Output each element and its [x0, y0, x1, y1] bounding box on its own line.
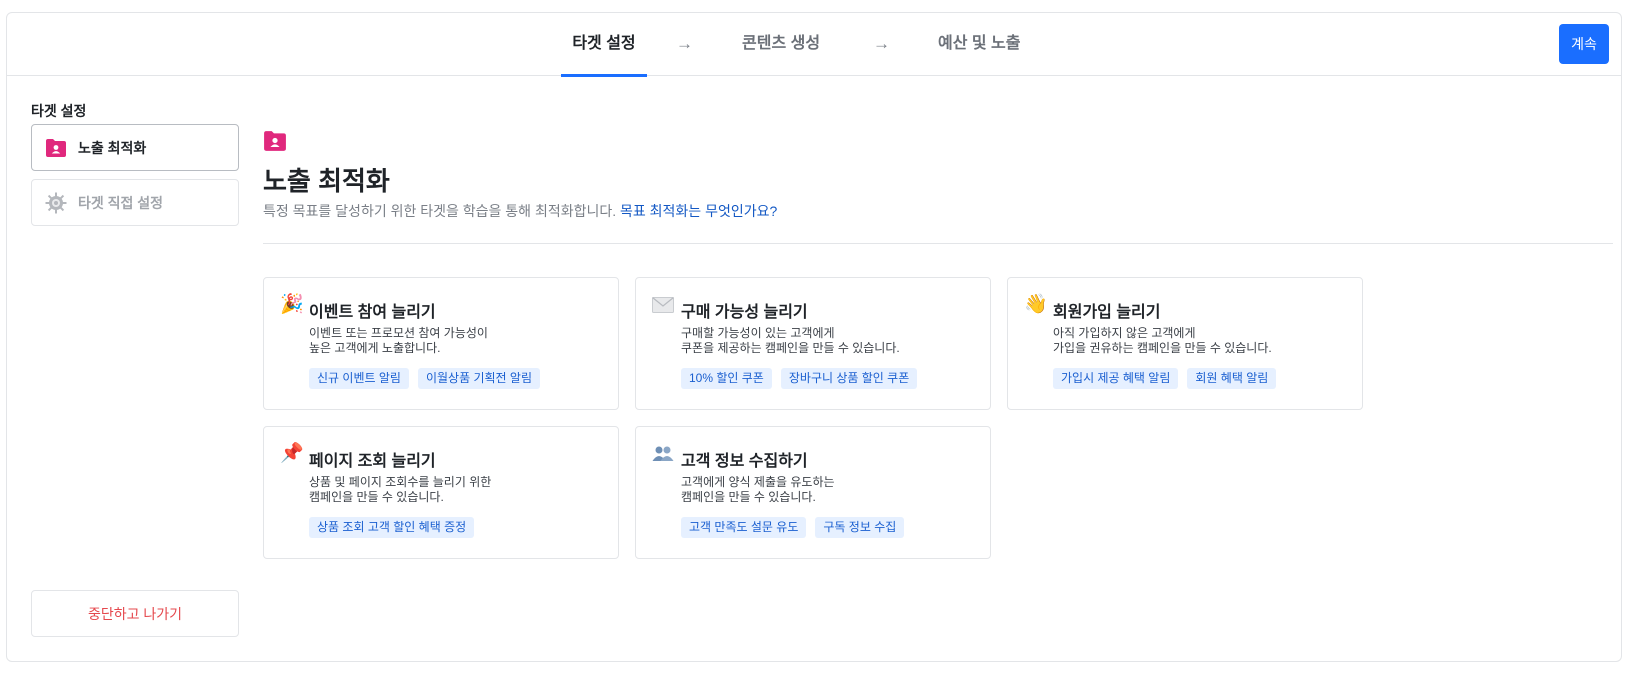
card-title: 페이지 조회 늘리기 — [309, 453, 436, 470]
example-tag: 이월상품 기획전 알림 — [417, 368, 540, 389]
example-tag: 신규 이벤트 알림 — [309, 368, 409, 389]
continue-button[interactable]: 계속 — [1559, 24, 1609, 64]
card-description: 고객에게 양식 제출을 유도하는 캠페인을 만들 수 있습니다. — [681, 475, 835, 505]
card-tags: 상품 조회 고객 할인 혜택 증정 — [309, 517, 475, 538]
card-title: 회원가입 늘리기 — [1053, 304, 1161, 321]
example-tag: 장바구니 상품 할인 쿠폰 — [780, 368, 918, 389]
card-description-line: 고객에게 양식 제출을 유도하는 — [681, 475, 835, 489]
card-description: 이벤트 또는 프로모션 참여 가능성이 높은 고객에게 노출합니다. — [309, 326, 488, 356]
waving-hand-icon: 👋 — [1024, 294, 1048, 315]
card-description-line: 아직 가입하지 않은 고객에게 — [1053, 326, 1196, 340]
exit-button[interactable]: 중단하고 나가기 — [31, 590, 239, 637]
card-description-line: 구매할 가능성이 있는 고객에게 — [681, 326, 835, 340]
sidebar-item-manual-targeting[interactable]: 타겟 직접 설정 — [31, 179, 239, 226]
folder-user-icon — [263, 130, 287, 154]
example-tag: 가입시 제공 혜택 알림 — [1053, 368, 1179, 389]
step-budget-exposure[interactable]: 예산 및 노출 — [938, 13, 1021, 76]
arrow-right-icon: → — [676, 34, 693, 53]
example-tag: 10% 할인 쿠폰 — [681, 368, 772, 389]
campaign-setup-panel: 타겟 설정 → 콘텐츠 생성 → 예산 및 노출 계속 타겟 설정 노출 최적화 — [6, 12, 1622, 662]
card-tags: 10% 할인 쿠폰 장바구니 상품 할인 쿠폰 — [681, 368, 918, 389]
card-title: 고객 정보 수집하기 — [681, 453, 808, 470]
card-description-line: 가입을 권유하는 캠페인을 만들 수 있습니다. — [1053, 341, 1272, 355]
goal-card-customer-info[interactable]: 고객 정보 수집하기 고객에게 양식 제출을 유도하는 캠페인을 만들 수 있습… — [635, 426, 991, 559]
gear-icon — [45, 192, 67, 214]
pushpin-icon: 📌 — [280, 443, 304, 464]
card-description-line: 캠페인을 만들 수 있습니다. — [309, 490, 444, 504]
card-tags: 가입시 제공 혜택 알림 회원 혜택 알림 — [1053, 368, 1277, 389]
example-tag: 구독 정보 수집 — [815, 517, 905, 538]
card-description: 아직 가입하지 않은 고객에게 가입을 권유하는 캠페인을 만들 수 있습니다. — [1053, 326, 1272, 356]
card-description: 구매할 가능성이 있는 고객에게 쿠폰을 제공하는 캠페인을 만들 수 있습니다… — [681, 326, 900, 356]
step-target-settings[interactable]: 타겟 설정 — [561, 13, 647, 77]
card-description-line: 이벤트 또는 프로모션 참여 가능성이 — [309, 326, 488, 340]
goal-card-event-participation[interactable]: 🎉 이벤트 참여 늘리기 이벤트 또는 프로모션 참여 가능성이 높은 고객에게… — [263, 277, 619, 410]
page-title: 노출 최적화 — [263, 166, 390, 196]
help-link[interactable]: 목표 최적화는 무엇인가요? — [620, 203, 777, 219]
card-description-line: 상품 및 페이지 조회수를 늘리기 위한 — [309, 475, 492, 489]
step-label: 콘텐츠 생성 — [742, 35, 821, 52]
sidebar-title: 타겟 설정 — [31, 103, 87, 119]
goal-card-purchase-likelihood[interactable]: 구매 가능성 늘리기 구매할 가능성이 있는 고객에게 쿠폰을 제공하는 캠페인… — [635, 277, 991, 410]
sidebar-item-exposure-optimization[interactable]: 노출 최적화 — [31, 124, 239, 171]
sidebar-item-label: 노출 최적화 — [78, 139, 147, 156]
arrow-right-icon: → — [873, 34, 890, 53]
page-description: 특정 목표를 달성하기 위한 타겟을 학습을 통해 최적화합니다. 목표 최적화… — [263, 201, 777, 221]
card-title: 이벤트 참여 늘리기 — [309, 304, 436, 321]
step-content-creation[interactable]: 콘텐츠 생성 — [742, 13, 820, 76]
example-tag: 상품 조회 고객 할인 혜택 증정 — [309, 517, 475, 538]
users-icon — [652, 443, 674, 465]
party-popper-icon: 🎉 — [280, 294, 304, 315]
card-tags: 고객 만족도 설문 유도 구독 정보 수집 — [681, 517, 905, 538]
card-description-line: 높은 고객에게 노출합니다. — [309, 341, 441, 355]
description-text: 특정 목표를 달성하기 위한 타겟을 학습을 통해 최적화합니다. — [263, 203, 617, 219]
card-description-line: 쿠폰을 제공하는 캠페인을 만들 수 있습니다. — [681, 341, 900, 355]
card-description-line: 캠페인을 만들 수 있습니다. — [681, 490, 816, 504]
divider — [263, 243, 1613, 244]
step-label: 예산 및 노출 — [938, 35, 1021, 52]
step-label: 타겟 설정 — [572, 35, 636, 52]
example-tag: 회원 혜택 알림 — [1187, 368, 1277, 389]
card-tags: 신규 이벤트 알림 이월상품 기획전 알림 — [309, 368, 540, 389]
envelope-icon — [652, 294, 674, 316]
goal-card-page-views[interactable]: 📌 페이지 조회 늘리기 상품 및 페이지 조회수를 늘리기 위한 캠페인을 만… — [263, 426, 619, 559]
card-title: 구매 가능성 늘리기 — [681, 304, 808, 321]
example-tag: 고객 만족도 설문 유도 — [681, 517, 807, 538]
folder-user-icon — [45, 137, 67, 159]
stepper-header: 타겟 설정 → 콘텐츠 생성 → 예산 및 노출 계속 — [7, 13, 1621, 77]
goal-card-signups[interactable]: 👋 회원가입 늘리기 아직 가입하지 않은 고객에게 가입을 권유하는 캠페인을… — [1007, 277, 1363, 410]
sidebar-item-label: 타겟 직접 설정 — [78, 194, 164, 211]
card-description: 상품 및 페이지 조회수를 늘리기 위한 캠페인을 만들 수 있습니다. — [309, 475, 491, 505]
active-step-underline — [561, 74, 647, 77]
